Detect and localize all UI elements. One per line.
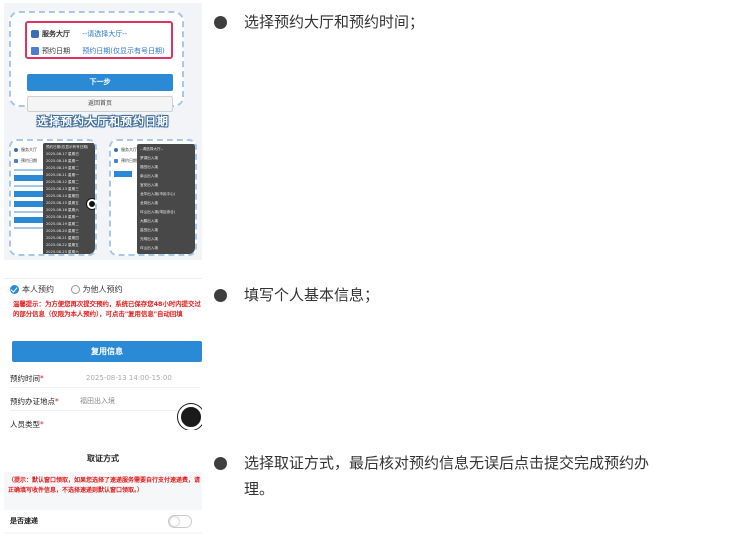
hall-icon — [31, 30, 39, 38]
hall-icon — [14, 148, 18, 152]
calendar-icon — [114, 159, 118, 163]
mini-bar — [14, 185, 44, 187]
dropdown-option[interactable]: 大鹏出入境 — [140, 219, 158, 224]
mini-date-row: 预约日期 — [114, 158, 137, 164]
field-location[interactable]: 预约办证地点* 福田出入境 — [10, 392, 200, 411]
hall-dropdown[interactable]: --请选择大厅-- 罗湖出入境 福田出入境 南山出入境 宝安出入境 龙华出入境(… — [137, 144, 195, 254]
reuse-info-button[interactable]: 复用信息 — [12, 341, 202, 362]
mini-hall-row: 服务大厅 — [14, 147, 37, 153]
hall-icon — [114, 148, 118, 152]
appointment-type-radios: 本人预约 为他人预约 — [10, 284, 123, 295]
dropdown-option[interactable]: 光明出入境 — [140, 237, 158, 242]
calendar-icon — [14, 159, 18, 163]
dropdown-option[interactable]: 2025-08-18 星期一 — [46, 215, 79, 220]
dropdown-option[interactable]: 2025-08-12 星期二 — [46, 180, 79, 185]
dropdown-option[interactable]: 2025-08-18 星期一 — [46, 159, 79, 164]
warning-text: 温馨提示：为方便您再次提交预约，系统已保存您48小时内提交过的部分信息（仅限为本… — [13, 300, 201, 318]
field-person-type[interactable]: 人员类型* — [10, 415, 200, 430]
dropdown-option[interactable]: 坪山出入境 — [140, 246, 158, 251]
hall-date-card: 服务大厅 --请选择大厅-- 预约日期 预约日期(仅显示有号日期) 下一步 返回… — [9, 11, 184, 112]
screenshot-personal-info: 本人预约 为他人预约 温馨提示：为方便您再次提交预约，系统已保存您48小时内提交… — [4, 278, 202, 430]
dropdown-option[interactable]: 宝安出入境 — [140, 183, 158, 188]
dropdown-option[interactable]: 2025-08-15 星期五 — [46, 201, 79, 206]
mini-screen-date-dropdown: 服务大厅 预约日期 预约日期(仅显示有号日期) 2025-08-17 星期日 2… — [9, 139, 97, 256]
dropdown-option[interactable]: 南山出入境 — [140, 174, 158, 179]
dropdown-option[interactable]: 龙华出入境(市民中心) — [140, 192, 175, 197]
dropdown-option[interactable]: 2025-08-17 星期日 — [46, 152, 79, 157]
mini-bar — [14, 211, 44, 213]
next-button[interactable]: 下一步 — [27, 74, 173, 91]
touch-cursor-icon — [87, 199, 95, 209]
pickup-note: （提示：默认窗口领取，如果您选择了速递服务需要自行支付速递费，请正确填写收件信息… — [8, 477, 201, 494]
dropdown-option[interactable]: 2025-08-16 星期六 — [46, 208, 79, 213]
mini-button — [14, 175, 44, 181]
bullet-icon — [214, 16, 227, 29]
express-row: 是否速递 — [4, 510, 202, 532]
section-title: 取证方式 — [4, 446, 202, 472]
radio-empty-icon[interactable] — [70, 285, 80, 294]
caption: 选择预约大厅和预约日期 — [37, 115, 169, 128]
hall-row[interactable]: 服务大厅 --请选择大厅-- — [31, 29, 127, 39]
mini-button — [14, 217, 44, 223]
dropdown-option[interactable]: 2025-08-13 星期三 — [46, 187, 79, 192]
mini-button — [14, 191, 44, 197]
mini-bar — [14, 169, 44, 171]
touch-cursor-icon — [178, 404, 202, 430]
highlight-box: 服务大厅 --请选择大厅-- 预约日期 预约日期(仅显示有号日期) — [25, 21, 173, 59]
calendar-icon — [31, 47, 39, 55]
dropdown-option[interactable]: --请选择大厅-- — [140, 147, 163, 152]
dropdown-option[interactable]: 2025-08-21 星期四 — [46, 236, 79, 241]
dropdown-option[interactable]: 2025-08-23 星期六 — [46, 250, 79, 254]
dropdown-option[interactable]: 2025-08-22 星期五 — [46, 243, 79, 248]
date-row[interactable]: 预约日期 预约日期(仅显示有号日期) — [31, 46, 165, 56]
dropdown-option[interactable]: 罗湖出入境 — [140, 156, 158, 161]
dropdown-option[interactable]: 2025-08-19 星期二 — [46, 222, 79, 227]
mini-button — [114, 171, 132, 177]
field-appointment-time[interactable]: 预约时间* 2025-08-13 14:00-15:00 — [10, 369, 200, 388]
home-button[interactable]: 返回首页 — [27, 96, 173, 112]
dropdown-option[interactable]: 2025-08-11 星期一 — [46, 173, 79, 178]
date-dropdown[interactable]: 预约日期(仅显示有号日期) 2025-08-17 星期日 2025-08-18 … — [43, 143, 95, 254]
dropdown-option[interactable]: 龙岗出入境 — [140, 201, 158, 206]
dropdown-option[interactable]: 预约日期(仅显示有号日期) — [46, 145, 88, 150]
dropdown-option[interactable]: 盐田出入境 — [140, 228, 158, 233]
mini-button — [14, 201, 44, 207]
dropdown-option[interactable]: 2025-08-14 星期四 — [46, 194, 79, 199]
mini-date-row: 预约日期 — [14, 158, 37, 164]
dropdown-option[interactable]: 福田出入境 — [140, 165, 158, 170]
dropdown-option[interactable]: 2025-08-19 星期二 — [46, 166, 79, 171]
screenshot-select-hall-date: 服务大厅 --请选择大厅-- 预约日期 预约日期(仅显示有号日期) 下一步 返回… — [4, 3, 202, 260]
bullet-icon — [214, 289, 227, 302]
mini-bar — [14, 227, 44, 229]
dropdown-option[interactable]: 坪山出入境(湾区综合) — [140, 210, 175, 215]
dropdown-option[interactable]: 2025-08-20 星期三 — [46, 229, 79, 234]
screenshot-pickup-method: 取证方式 （提示：默认窗口领取，如果您选择了速递服务需要自行支付速递费，请正确填… — [4, 446, 202, 534]
radio-checked-icon[interactable] — [10, 285, 19, 294]
mini-screen-hall-dropdown: 服务大厅 预约日期 --请选择大厅-- 罗湖出入境 福田出入境 南山出入境 宝安… — [109, 139, 197, 256]
mini-hall-row: 服务大厅 — [114, 147, 137, 153]
express-toggle[interactable] — [168, 515, 192, 528]
other-option[interactable]: 为他人预约 — [83, 285, 123, 294]
self-option[interactable]: 本人预约 — [22, 285, 54, 294]
express-label: 是否速递 — [10, 517, 38, 525]
bullet-icon — [214, 457, 227, 470]
